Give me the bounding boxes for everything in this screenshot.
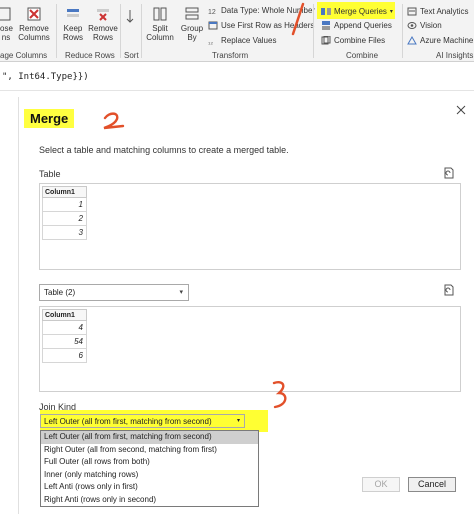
merge-queries-label: Merge Queries bbox=[334, 7, 387, 16]
column-header[interactable]: Column1 bbox=[42, 186, 87, 198]
formula-bar[interactable]: ", Int64.Type}}) bbox=[0, 63, 474, 91]
choose-columns-label: ose ns bbox=[0, 24, 13, 42]
ok-button[interactable]: OK bbox=[362, 477, 400, 492]
remove-rows-icon bbox=[97, 9, 109, 21]
join-option[interactable]: Inner (only matching rows) bbox=[41, 469, 258, 482]
cancel-button[interactable]: Cancel bbox=[408, 477, 456, 492]
choose-columns-button[interactable]: ose ns bbox=[0, 6, 13, 42]
ribbon: ose ns Remove Columns Keep Rows Remove R… bbox=[0, 0, 474, 62]
group-by-label: Group By bbox=[180, 24, 204, 42]
append-queries-button[interactable]: Append Queries bbox=[321, 21, 392, 30]
combine-group-label: Combine bbox=[346, 51, 379, 60]
annotation-3 bbox=[272, 381, 287, 409]
data-type-icon: 12 bbox=[208, 9, 216, 15]
manage-columns-group-label: age Columns bbox=[0, 51, 48, 60]
chevron-down-icon: ▾ bbox=[389, 9, 393, 15]
replace-values-icon: ₁₂ bbox=[208, 39, 213, 45]
group-by-button[interactable]: Group By bbox=[178, 6, 206, 42]
dialog-title: Merge bbox=[30, 111, 69, 126]
keep-rows-icon bbox=[67, 9, 79, 17]
second-table-select[interactable]: Table (2) ▾ bbox=[39, 284, 189, 301]
table2-grid: Column1 4 54 6 bbox=[42, 309, 87, 363]
table-cell: 2 bbox=[42, 211, 87, 226]
combine-files-label: Combine Files bbox=[334, 36, 386, 45]
join-option[interactable]: Full Outer (all rows from both) bbox=[41, 456, 258, 469]
svg-text:12: 12 bbox=[208, 9, 216, 15]
separator bbox=[402, 4, 403, 58]
remove-columns-icon bbox=[27, 7, 41, 21]
sort-icon[interactable] bbox=[124, 8, 136, 24]
second-table-value: Table (2) bbox=[44, 288, 76, 297]
join-option[interactable]: Left Outer (all from first, matching fro… bbox=[41, 431, 258, 444]
text-analytics-button[interactable]: Text Analytics bbox=[407, 7, 468, 16]
file-preview-icon[interactable] bbox=[443, 167, 455, 179]
transform-group-label: Transform bbox=[212, 51, 249, 60]
separator bbox=[313, 4, 314, 58]
formula-text: ", Int64.Type}}) bbox=[2, 72, 89, 82]
split-column-button[interactable]: Split Column bbox=[144, 6, 176, 42]
separator bbox=[56, 4, 57, 58]
merge-queries-icon bbox=[321, 8, 331, 15]
title-highlight: Merge bbox=[24, 109, 75, 128]
join-kind-value: Left Outer (all from first, matching fro… bbox=[44, 417, 212, 426]
replace-values-button[interactable]: ₁₂ Replace Values bbox=[208, 36, 276, 45]
chevron-down-icon: ▾ bbox=[236, 418, 240, 424]
annotation-2 bbox=[103, 112, 125, 130]
table-cell: 4 bbox=[42, 320, 87, 335]
refresh-icon[interactable] bbox=[443, 284, 455, 296]
table-cell: 6 bbox=[42, 348, 87, 363]
first-row-icon bbox=[208, 21, 218, 30]
vision-button[interactable]: Vision bbox=[407, 21, 442, 30]
group-by-icon bbox=[185, 7, 199, 20]
svg-text:₁₂: ₁₂ bbox=[208, 39, 213, 45]
azure-ml-icon bbox=[407, 36, 417, 45]
keep-rows-button[interactable]: Keep Rows bbox=[60, 6, 86, 42]
separator bbox=[120, 4, 121, 58]
keep-rows-label: Keep Rows bbox=[62, 24, 83, 42]
column-header[interactable]: Column1 bbox=[42, 309, 87, 321]
azure-ml-button[interactable]: Azure Machine Le bbox=[407, 36, 474, 45]
split-column-label: Split Column bbox=[146, 24, 174, 42]
text-analytics-label: Text Analytics bbox=[420, 7, 469, 16]
merge-queries-button[interactable]: Merge Queries ▾ bbox=[321, 7, 393, 16]
sort-group-label: Sort bbox=[124, 51, 139, 60]
annotation-1 bbox=[291, 2, 305, 36]
combine-files-button[interactable]: Combine Files bbox=[321, 36, 385, 45]
reduce-rows-group-label: Reduce Rows bbox=[65, 51, 115, 60]
table-cell: 54 bbox=[42, 334, 87, 349]
azure-ml-label: Azure Machine Le bbox=[420, 36, 474, 45]
append-queries-icon bbox=[322, 21, 330, 30]
vision-label: Vision bbox=[420, 21, 442, 30]
combine-files-icon bbox=[321, 36, 331, 45]
ai-insights-group-label: AI Insights bbox=[436, 51, 474, 60]
chevron-down-icon: ▾ bbox=[179, 289, 183, 296]
replace-values-label: Replace Values bbox=[221, 36, 277, 45]
table1-grid: Column1 1 2 3 bbox=[42, 186, 87, 240]
remove-rows-label: Remove Rows bbox=[88, 24, 118, 42]
remove-rows-button[interactable]: Remove Rows bbox=[88, 6, 118, 42]
table2-preview: Column1 4 54 6 bbox=[39, 306, 461, 392]
close-icon[interactable] bbox=[456, 105, 466, 115]
remove-columns-label: Remove Columns bbox=[18, 24, 50, 42]
join-option[interactable]: Left Anti (rows only in first) bbox=[41, 481, 258, 494]
vision-icon bbox=[407, 22, 417, 29]
dialog-subtitle: Select a table and matching columns to c… bbox=[39, 145, 289, 155]
table1-preview: Column1 1 2 3 bbox=[39, 183, 461, 270]
join-option[interactable]: Right Anti (rows only in second) bbox=[41, 494, 258, 507]
append-queries-label: Append Queries bbox=[334, 21, 392, 30]
join-option[interactable]: Right Outer (all from second, matching f… bbox=[41, 444, 258, 457]
join-kind-dropdown: Left Outer (all from first, matching fro… bbox=[40, 430, 259, 507]
separator bbox=[141, 4, 142, 58]
table-cell: 3 bbox=[42, 225, 87, 240]
text-analytics-icon bbox=[407, 7, 417, 16]
split-column-icon bbox=[153, 7, 167, 21]
join-kind-select[interactable]: Left Outer (all from first, matching fro… bbox=[40, 414, 245, 428]
table-label: Table bbox=[39, 169, 61, 179]
table-cell: 1 bbox=[42, 197, 87, 212]
remove-columns-button[interactable]: Remove Columns bbox=[14, 6, 54, 42]
